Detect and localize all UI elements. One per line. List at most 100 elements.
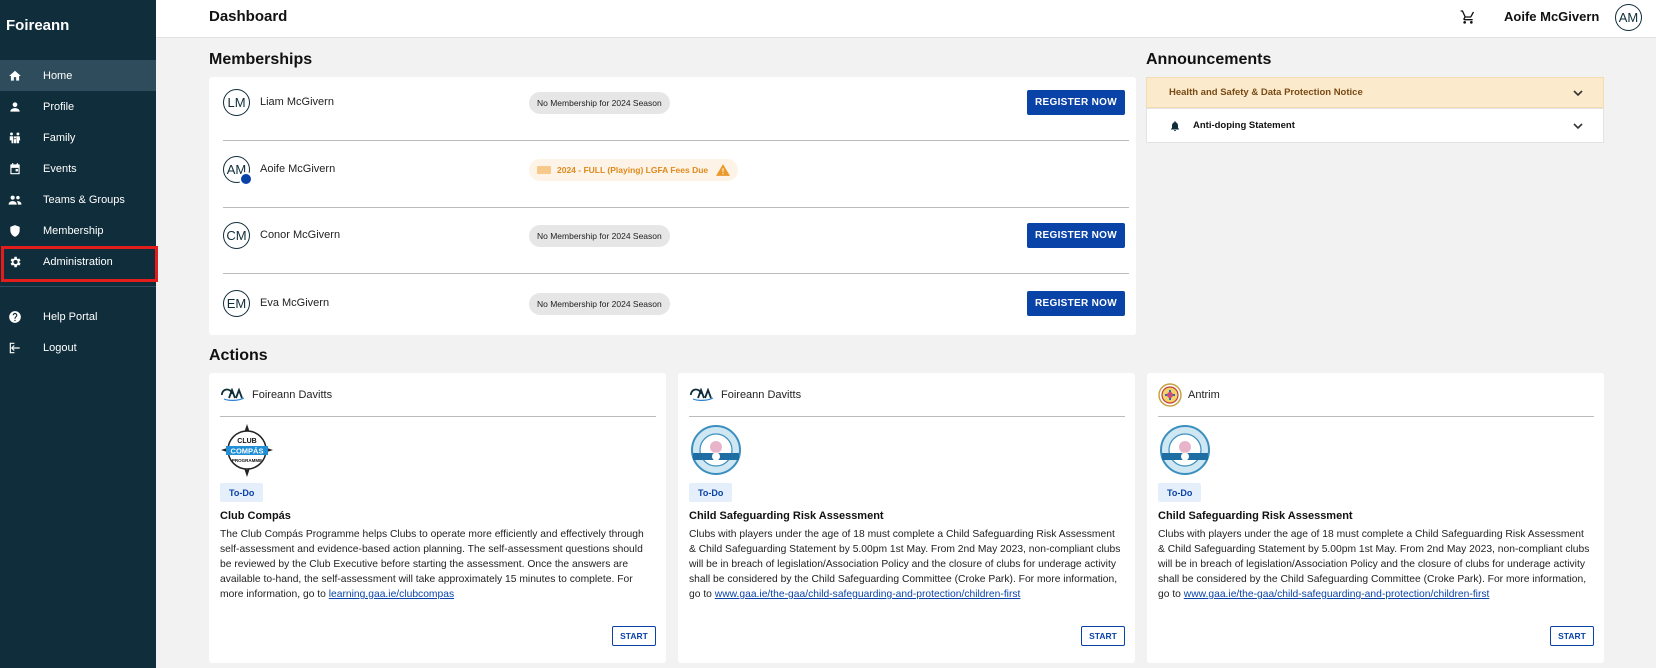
start-button[interactable]: START xyxy=(612,626,656,646)
svg-text:COMPÁS: COMPÁS xyxy=(231,447,264,456)
action-card-club-compas: Foireann Davitts CLUB COMPÁS PROGRAMME T… xyxy=(209,373,666,663)
member-name: Eva McGivern xyxy=(260,297,330,309)
help-icon xyxy=(8,310,22,324)
bell-icon xyxy=(1169,120,1181,132)
action-card-org: Foireann Davitts xyxy=(220,386,332,404)
chevron-down-icon[interactable] xyxy=(1573,121,1583,131)
app-brand[interactable]: Foireann xyxy=(6,17,69,34)
status-badge: No Membership for 2024 Season xyxy=(529,293,670,315)
family-icon xyxy=(8,131,22,145)
action-card-safeguarding-antrim: Antrim To-Do Child Safeguarding Risk Ass… xyxy=(1147,373,1604,663)
member-name: Conor McGivern xyxy=(260,229,341,241)
logout-icon xyxy=(8,341,22,355)
warning-icon xyxy=(716,164,731,176)
gaa-logo-icon xyxy=(221,388,245,401)
sidebar-nav: Home Profile Family Events Teams & Group… xyxy=(0,60,156,363)
sidebar-item-logout[interactable]: Logout xyxy=(0,332,156,363)
safeguarding-seal-icon xyxy=(1160,425,1210,475)
membership-row: CM Conor McGivern No Membership for 2024… xyxy=(223,215,1129,274)
memberships-title: Memberships xyxy=(209,51,313,68)
action-title: Club Compás xyxy=(220,510,291,522)
card-divider xyxy=(689,416,1125,417)
gaa-logo-icon xyxy=(690,388,714,401)
announcements-panel: Health and Safety & Data Protection Noti… xyxy=(1146,77,1604,143)
sidebar-item-profile[interactable]: Profile xyxy=(0,91,156,122)
announcement-anti-doping[interactable]: Anti-doping Statement xyxy=(1146,108,1604,143)
calendar-icon xyxy=(8,162,22,176)
sidebar-item-help-portal[interactable]: Help Portal xyxy=(0,301,156,332)
sidebar-item-home[interactable]: Home xyxy=(0,60,156,91)
svg-text:PROGRAMME: PROGRAMME xyxy=(232,458,262,463)
avatar: LM xyxy=(223,89,250,116)
action-description: The Club Compás Programme helps Clubs to… xyxy=(220,527,655,602)
membership-row: EM Eva McGivern No Membership for 2024 S… xyxy=(223,283,1129,325)
action-card-org: Foireann Davitts xyxy=(689,386,801,404)
card-divider xyxy=(220,416,656,417)
home-icon xyxy=(8,69,22,83)
register-now-button[interactable]: REGISTER NOW xyxy=(1027,90,1125,115)
action-link[interactable]: www.gaa.ie/the-gaa/child-safeguarding-an… xyxy=(1184,589,1490,600)
action-title: Child Safeguarding Risk Assessment xyxy=(1158,510,1353,522)
sidebar-item-teams-groups[interactable]: Teams & Groups xyxy=(0,184,156,215)
status-badge: To-Do xyxy=(220,483,264,502)
chevron-down-icon[interactable] xyxy=(1573,88,1583,98)
member-name: Aoife McGivern xyxy=(260,163,336,175)
person-icon xyxy=(8,100,22,114)
sidebar-item-label: Logout xyxy=(43,341,77,354)
avatar: EM xyxy=(223,290,250,317)
action-title: Child Safeguarding Risk Assessment xyxy=(689,510,884,522)
status-badge: To-Do xyxy=(689,483,733,502)
sidebar-item-label: Administration xyxy=(43,255,113,268)
sidebar-item-label: Events xyxy=(43,162,77,175)
sidebar-item-administration[interactable]: Administration xyxy=(0,246,156,277)
avatar[interactable]: AM xyxy=(1615,4,1642,31)
sidebar-item-label: Profile xyxy=(43,100,75,113)
status-badge: To-Do xyxy=(1158,483,1202,502)
start-button[interactable]: START xyxy=(1081,626,1125,646)
status-badge: No Membership for 2024 Season xyxy=(529,225,670,247)
status-badge: No Membership for 2024 Season xyxy=(529,92,670,114)
sidebar-item-label: Teams & Groups xyxy=(43,193,125,206)
announcements-title: Announcements xyxy=(1146,51,1272,68)
user-name[interactable]: Aoife McGivern xyxy=(1504,9,1599,24)
sidebar-item-label: Help Portal xyxy=(43,310,98,323)
cart-icon[interactable] xyxy=(1460,9,1476,25)
membership-row: AM Aoife McGivern 2024 - FULL (Playing) … xyxy=(223,149,1129,208)
fees-due-badge[interactable]: 2024 - FULL (Playing) LGFA Fees Due xyxy=(529,159,739,181)
register-now-button[interactable]: REGISTER NOW xyxy=(1027,223,1125,248)
avatar: CM xyxy=(223,222,250,249)
sidebar-item-events[interactable]: Events xyxy=(0,153,156,184)
announcement-label: Anti-doping Statement xyxy=(1193,120,1295,131)
verified-badge-icon xyxy=(239,172,253,186)
sidebar-item-label: Membership xyxy=(43,224,104,237)
org-name: Antrim xyxy=(1188,389,1220,401)
action-card-safeguarding-davitts: Foireann Davitts To-Do Child Safeguardin… xyxy=(678,373,1135,663)
sidebar-item-label: Family xyxy=(43,131,76,144)
actions-title: Actions xyxy=(209,347,268,364)
org-name: Foireann Davitts xyxy=(252,389,333,401)
member-name: Liam McGivern xyxy=(260,96,334,108)
shield-icon xyxy=(8,224,22,238)
start-button[interactable]: START xyxy=(1550,626,1594,646)
page-title: Dashboard xyxy=(209,8,288,25)
action-card-org: Antrim xyxy=(1158,383,1220,407)
svg-text:CLUB: CLUB xyxy=(237,438,256,445)
card-divider xyxy=(1158,416,1594,417)
org-name: Foireann Davitts xyxy=(721,389,802,401)
register-now-button[interactable]: REGISTER NOW xyxy=(1027,291,1125,316)
action-link[interactable]: www.gaa.ie/the-gaa/child-safeguarding-an… xyxy=(715,589,1021,600)
action-link[interactable]: learning.gaa.ie/clubcompas xyxy=(329,589,454,600)
sidebar-item-membership[interactable]: Membership xyxy=(0,215,156,246)
group-icon xyxy=(8,193,22,207)
antrim-crest-icon xyxy=(1158,383,1182,407)
memberships-panel: LM Liam McGivern No Membership for 2024 … xyxy=(209,77,1136,335)
sidebar-item-label: Home xyxy=(43,69,73,82)
sidebar: Foireann Home Profile Family Events Team… xyxy=(0,0,156,668)
announcement-health-safety[interactable]: Health and Safety & Data Protection Noti… xyxy=(1146,77,1604,108)
sidebar-divider xyxy=(0,286,156,287)
action-description: Clubs with players under the age of 18 m… xyxy=(689,527,1124,602)
safeguarding-seal-icon xyxy=(691,425,741,475)
action-description: Clubs with players under the age of 18 m… xyxy=(1158,527,1593,602)
sidebar-item-family[interactable]: Family xyxy=(0,122,156,153)
club-compas-logo-icon: CLUB COMPÁS PROGRAMME xyxy=(221,424,273,477)
